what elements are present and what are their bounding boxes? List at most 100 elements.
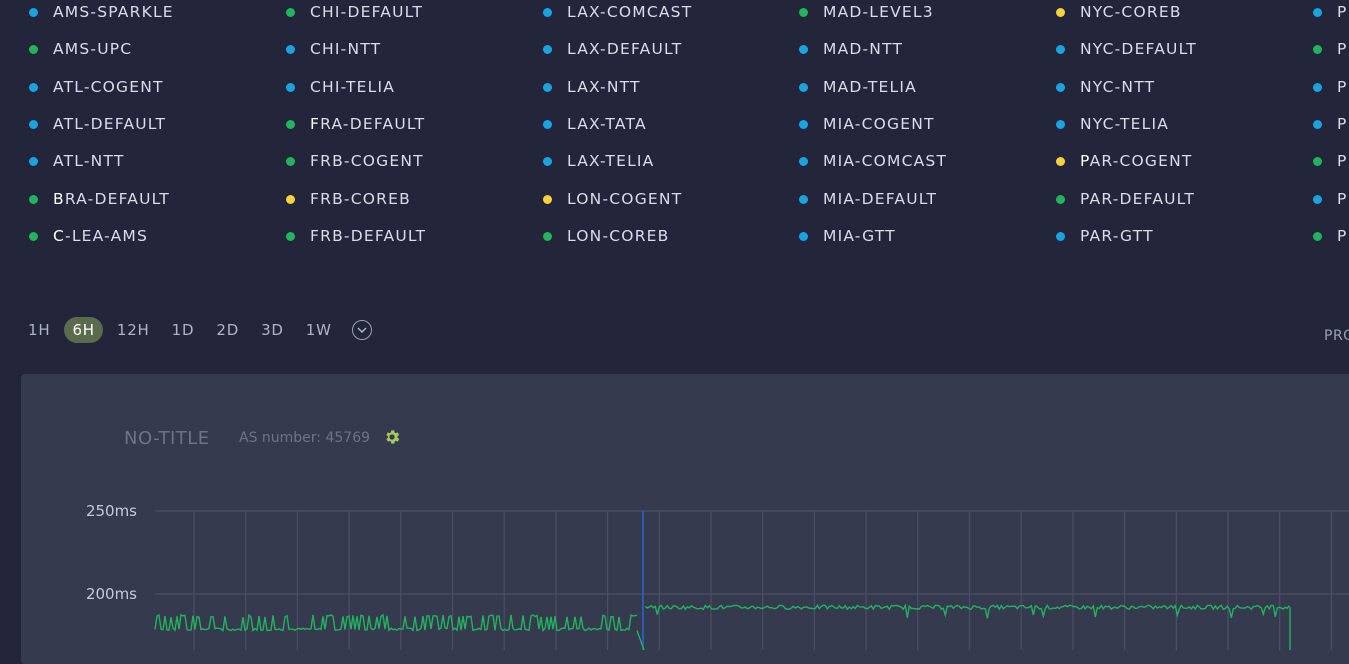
legend-dot-icon (1313, 44, 1322, 54)
legend-label: PAR-GTT (1080, 227, 1154, 245)
legend-item[interactable]: ATL-NTT (29, 151, 124, 171)
legend-item[interactable]: PAR-COGENT (1056, 151, 1193, 171)
legend-item[interactable]: MAD-NTT (799, 39, 904, 59)
legend-label: NYC-DEFAULT (1080, 40, 1197, 58)
legend-item[interactable]: LAX-DEFAULT (543, 39, 682, 59)
range-option-3d[interactable]: 3D (253, 317, 292, 343)
legend-label: P (1337, 190, 1348, 208)
legend-dot-icon (1313, 194, 1322, 204)
range-option-1h[interactable]: 1H (20, 317, 58, 343)
legend-item[interactable]: P (1313, 2, 1348, 22)
legend-label: P (1337, 40, 1348, 58)
legend-dot-icon (29, 119, 38, 129)
legend-dot-icon (543, 231, 552, 241)
legend-label: LAX-TELIA (567, 152, 655, 170)
legend-item[interactable]: NYC-COREB (1056, 2, 1182, 22)
legend: AMS-SPARKLE AMS-UPC ATL-COGENT ATL-DEFAULT A… (0, 0, 1349, 260)
legend-label: LON-COGENT (567, 190, 683, 208)
legend-item[interactable]: AMS-UPC (29, 39, 133, 59)
legend-item[interactable]: LON-COGENT (543, 189, 683, 209)
legend-dot-icon (1313, 119, 1322, 129)
range-option-2d[interactable]: 2D (208, 317, 247, 343)
legend-label: FRA-DEFAULT (310, 115, 426, 133)
legend-label: MIA-DEFAULT (823, 190, 938, 208)
legend-dot-icon (1056, 231, 1065, 241)
legend-item[interactable]: CHI-NTT (286, 39, 381, 59)
legend-item[interactable]: MIA-GTT (799, 226, 896, 246)
as-number-label: AS number: 45769 (239, 430, 371, 446)
legend-dot-icon (1056, 44, 1065, 54)
legend-dot-icon (29, 82, 38, 92)
legend-item[interactable]: ATL-COGENT (29, 77, 164, 97)
legend-dot-icon (286, 44, 295, 54)
legend-item[interactable]: LAX-TATA (543, 114, 647, 134)
legend-item[interactable]: P (1313, 151, 1348, 171)
legend-item[interactable]: NYC-NTT (1056, 77, 1156, 97)
legend-item[interactable]: FRB-COREB (286, 189, 411, 209)
chevron-down-circle-icon[interactable] (351, 320, 372, 340)
legend-item[interactable]: P (1313, 77, 1348, 97)
legend-item[interactable]: LAX-COMCAST (543, 2, 692, 22)
legend-item[interactable]: LAX-TELIA (543, 151, 655, 171)
legend-item[interactable]: LAX-NTT (543, 77, 641, 97)
legend-dot-icon (1056, 194, 1065, 204)
legend-item[interactable]: P (1313, 114, 1348, 134)
legend-label: ATL-DEFAULT (53, 115, 167, 133)
legend-item[interactable]: FRA-DEFAULT (286, 114, 426, 134)
range-option-1w[interactable]: 1W (298, 317, 340, 343)
legend-item[interactable]: ATL-DEFAULT (29, 114, 167, 134)
legend-item[interactable]: MAD-LEVEL3 (799, 2, 934, 22)
legend-dot-icon (29, 194, 38, 204)
legend-label: AMS-UPC (53, 40, 133, 58)
legend-dot-icon (799, 119, 808, 129)
legend-dot-icon (799, 156, 808, 166)
legend-label: FRB-COREB (310, 190, 411, 208)
legend-dot-icon (286, 231, 295, 241)
legend-item[interactable]: FRB-COGENT (286, 151, 424, 171)
legend-dot-icon (799, 7, 808, 17)
legend-label: BRA-DEFAULT (53, 190, 170, 208)
legend-dot-icon (543, 7, 552, 17)
legend-dot-icon (543, 82, 552, 92)
legend-item[interactable]: PAR-GTT (1056, 226, 1154, 246)
legend-item[interactable]: PAR-DEFAULT (1056, 189, 1195, 209)
legend-label: MIA-COGENT (823, 115, 935, 133)
legend-item[interactable]: CHI-TELIA (286, 77, 395, 97)
legend-item[interactable]: MIA-COGENT (799, 114, 935, 134)
range-option-6h[interactable]: 6H (64, 317, 103, 343)
legend-label: FRB-COGENT (310, 152, 424, 170)
legend-label: NYC-TELIA (1080, 115, 1170, 133)
legend-label: MAD-LEVEL3 (823, 3, 934, 21)
range-option-12h[interactable]: 12H (109, 317, 158, 343)
legend-dot-icon (286, 7, 295, 17)
legend-item[interactable]: LON-COREB (543, 226, 670, 246)
legend-label: AMS-SPARKLE (53, 3, 174, 21)
legend-item[interactable]: MIA-COMCAST (799, 151, 947, 171)
legend-label: MAD-NTT (823, 40, 904, 58)
legend-label: NYC-NTT (1080, 78, 1156, 96)
legend-item[interactable]: P (1313, 189, 1348, 209)
legend-dot-icon (286, 194, 295, 204)
legend-item[interactable]: C-LEA-AMS (29, 226, 148, 246)
legend-dot-icon (286, 119, 295, 129)
legend-label: CHI-DEFAULT (310, 3, 423, 21)
legend-item[interactable]: MIA-DEFAULT (799, 189, 938, 209)
legend-item[interactable]: CHI-DEFAULT (286, 2, 423, 22)
legend-label: P (1337, 115, 1348, 133)
legend-item[interactable]: P (1313, 226, 1348, 246)
legend-item[interactable]: BRA-DEFAULT (29, 189, 170, 209)
legend-item[interactable]: NYC-DEFAULT (1056, 39, 1197, 59)
legend-dot-icon (543, 119, 552, 129)
legend-dot-icon (1056, 119, 1065, 129)
legend-item[interactable]: NYC-TELIA (1056, 114, 1170, 134)
legend-item[interactable]: FRB-DEFAULT (286, 226, 426, 246)
legend-label: PAR-COGENT (1080, 152, 1193, 170)
gear-icon[interactable] (383, 428, 401, 446)
latency-chart: 250ms 200ms (86, 502, 1349, 650)
legend-dot-icon (1313, 231, 1322, 241)
range-option-1d[interactable]: 1D (164, 317, 203, 343)
legend-item[interactable]: P (1313, 39, 1348, 59)
legend-item[interactable]: AMS-SPARKLE (29, 2, 174, 22)
legend-item[interactable]: MAD-TELIA (799, 77, 917, 97)
legend-dot-icon (1056, 156, 1065, 166)
